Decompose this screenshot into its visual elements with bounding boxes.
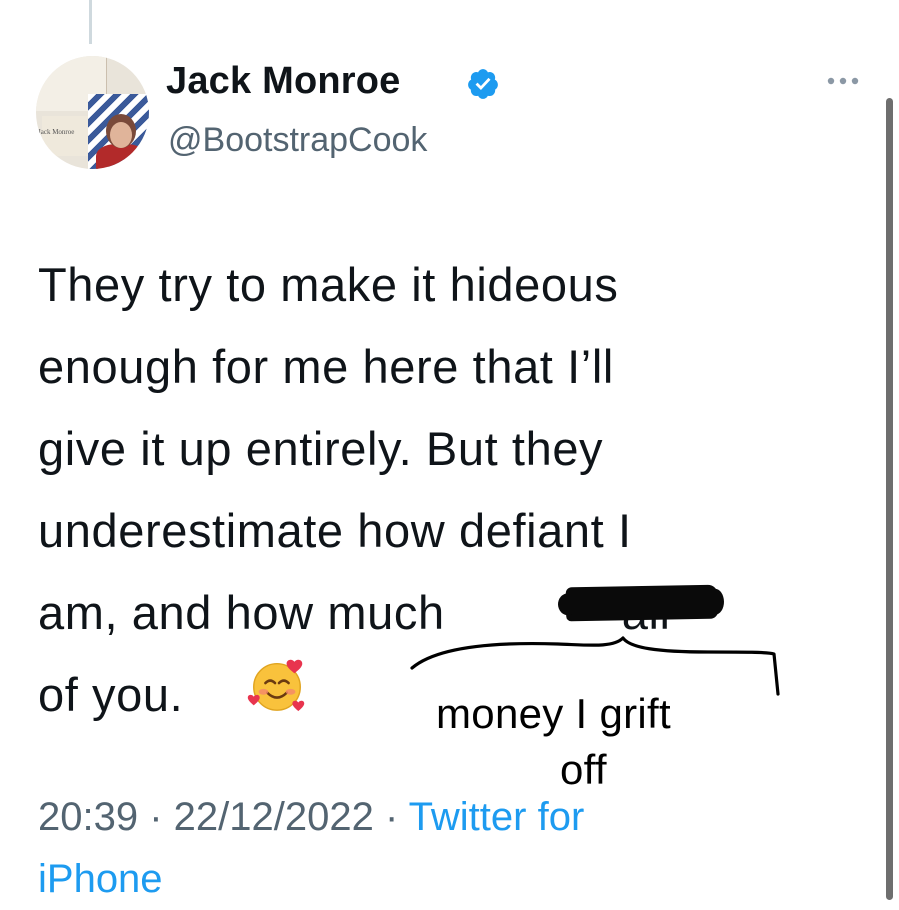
more-options-icon[interactable] xyxy=(826,76,860,86)
avatar-figure-face xyxy=(110,122,132,148)
user-handle[interactable]: @BootstrapCook xyxy=(168,121,427,160)
tweet-timestamp[interactable]: 20:39 · 22/12/2022 · xyxy=(38,795,409,839)
avatar-newspaper-column xyxy=(42,116,90,156)
display-name[interactable]: Jack Monroe xyxy=(166,60,401,103)
tweet-text-segment: am, and how much xyxy=(38,586,445,639)
verified-badge-icon xyxy=(468,69,498,99)
smiling-face-with-hearts-icon xyxy=(247,659,305,712)
annotation-line: money I grift xyxy=(436,690,671,737)
redaction-scribble xyxy=(565,584,719,622)
tweet-source-link[interactable]: Twitter for xyxy=(409,795,585,839)
tweet-text-line: They try to make it hideous xyxy=(38,258,619,311)
avatar[interactable]: Jack Monroe xyxy=(36,56,149,169)
handwritten-annotation: money I grift off xyxy=(436,686,756,798)
thread-connector-line xyxy=(89,0,92,44)
avatar-caption: Jack Monroe xyxy=(38,128,75,136)
tweet-source-link-continued[interactable]: iPhone xyxy=(38,857,163,901)
tweet-text-line: give it up entirely. But they xyxy=(38,422,604,475)
tweet-text-line: enough for me here that I’ll xyxy=(38,340,614,393)
tweet-text-line: underestimate how defiant I xyxy=(38,504,632,557)
tweet-metadata: 20:39 · 22/12/2022 · Twitter for iPhone xyxy=(38,786,858,910)
scrollbar[interactable] xyxy=(886,98,893,900)
